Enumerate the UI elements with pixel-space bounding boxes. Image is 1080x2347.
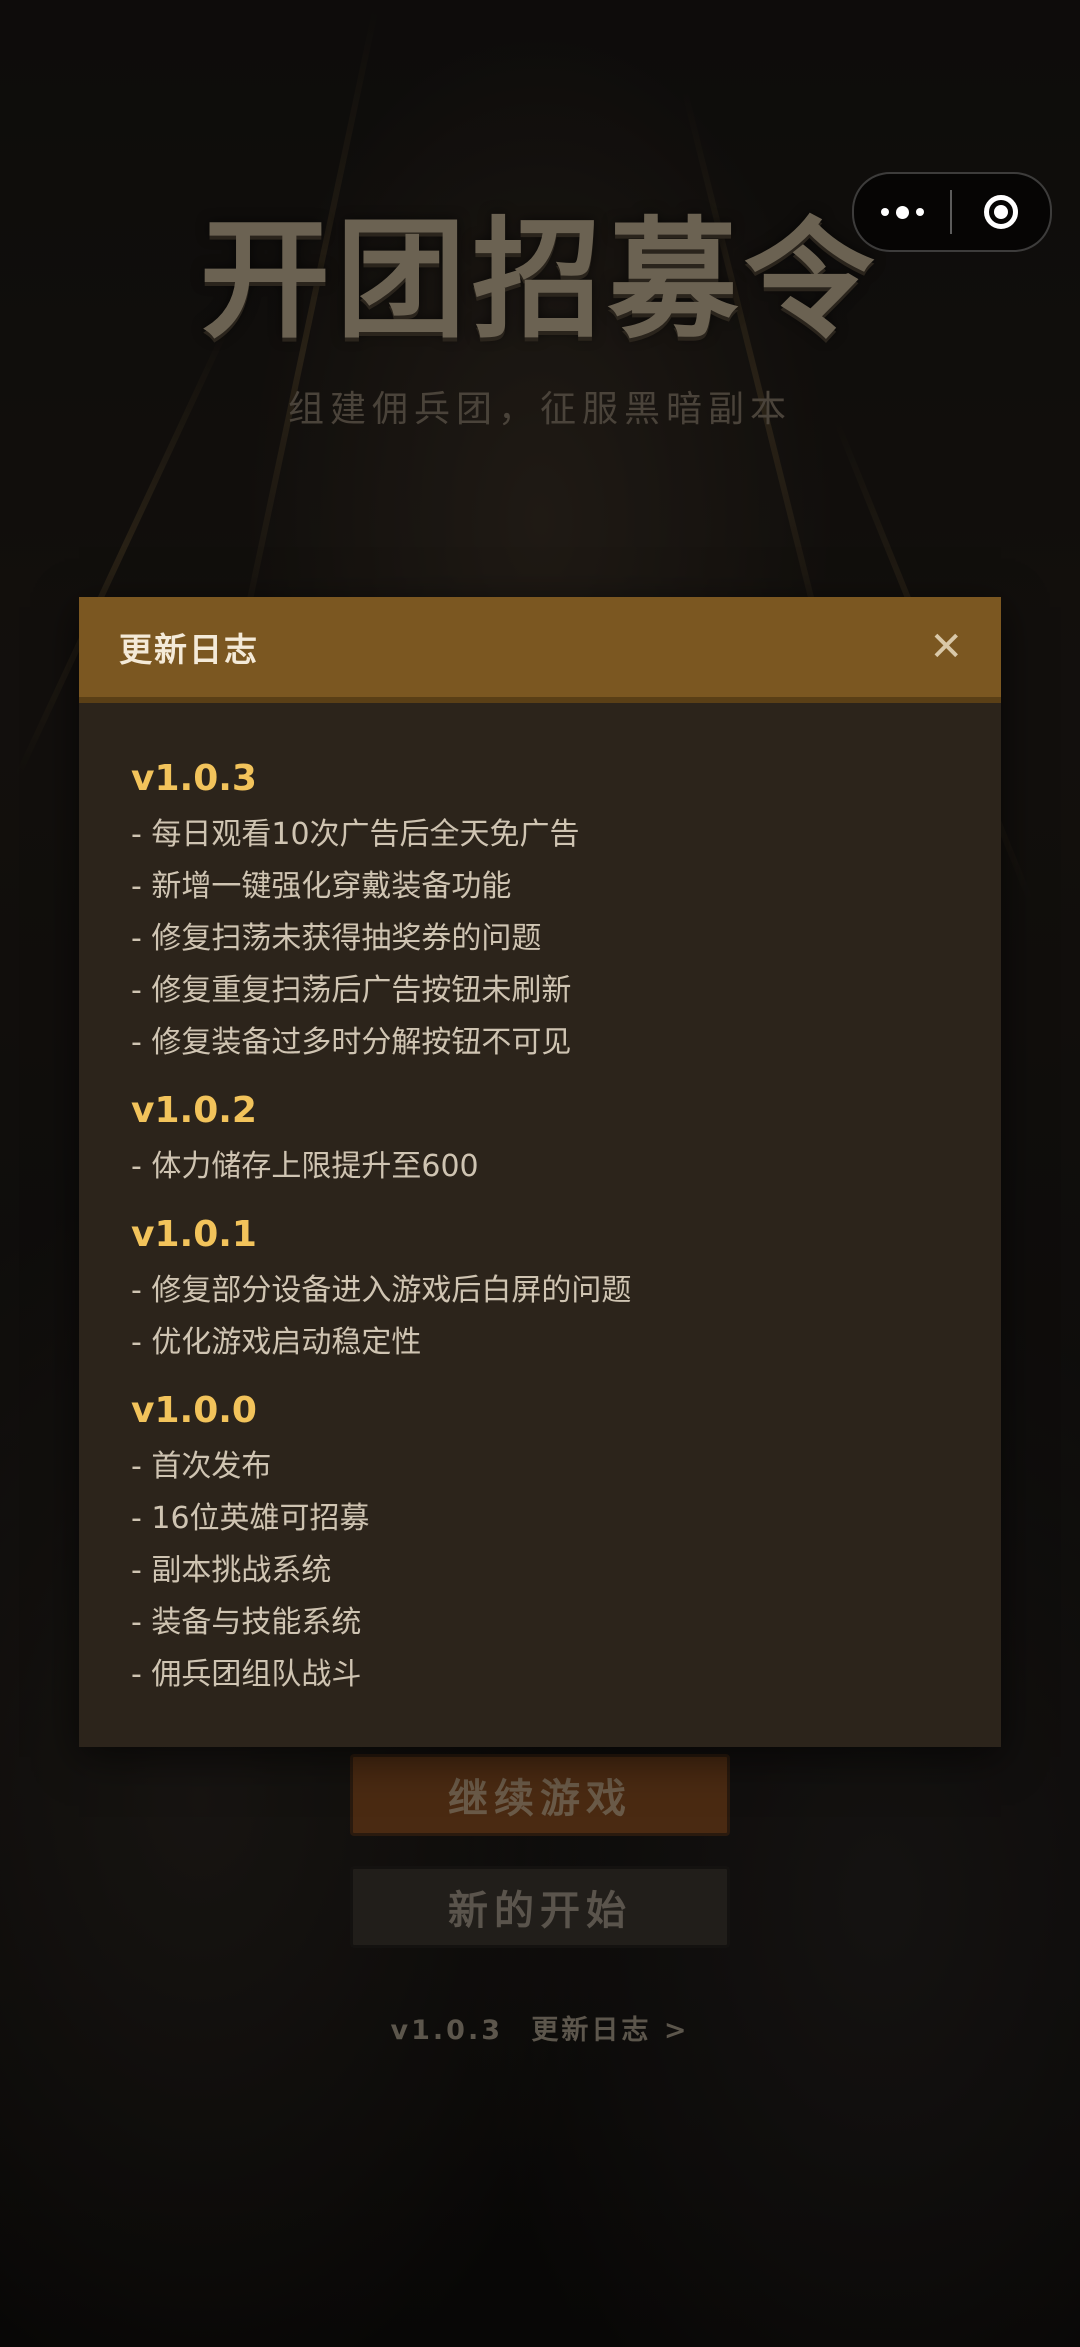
changelog-link-label: 更新日志 >	[531, 2015, 690, 2046]
changelog-item: - 副本挑战系统	[131, 1553, 332, 1588]
version-heading: v1.0.2	[131, 1090, 257, 1131]
changelog-item: - 装备与技能系统	[131, 1605, 362, 1640]
changelog-item: - 修复重复扫荡后广告按钮未刷新	[131, 973, 572, 1008]
version-heading: v1.0.0	[131, 1390, 257, 1431]
version-items: - 体力储存上限提升至600	[131, 1141, 949, 1193]
version-heading: v1.0.3	[131, 758, 257, 799]
modal-header: 更新日志 ✕	[79, 597, 1001, 703]
version-items: - 每日观看10次广告后全天免广告 - 新增一键强化穿戴装备功能 - 修复扫荡未…	[131, 809, 949, 1069]
close-icon[interactable]: ✕	[929, 627, 963, 667]
version-items: - 首次发布 - 16位英雄可招募 - 副本挑战系统 - 装备与技能系统 - 佣…	[131, 1441, 949, 1701]
changelog-item: - 修复装备过多时分解按钮不可见	[131, 1025, 572, 1060]
changelog-link[interactable]: v1.0.3 更新日志 >	[0, 2008, 1080, 2047]
changelog-item: - 佣兵团组队战斗	[131, 1657, 362, 1692]
changelog-list: v1.0.3 - 每日观看10次广告后全天免广告 - 新增一键强化穿戴装备功能 …	[79, 703, 1001, 1701]
changelog-item: - 修复部分设备进入游戏后白屏的问题	[131, 1273, 632, 1308]
changelog-item: - 首次发布	[131, 1449, 272, 1484]
changelog-modal: 更新日志 ✕ v1.0.3 - 每日观看10次广告后全天免广告 - 新增一键强化…	[79, 597, 1001, 1747]
version-heading: v1.0.1	[131, 1214, 257, 1255]
changelog-item: - 16位英雄可招募	[131, 1501, 370, 1536]
continue-game-button[interactable]: 继续游戏	[350, 1754, 730, 1836]
changelog-item: - 体力储存上限提升至600	[131, 1149, 479, 1184]
new-game-button[interactable]: 新的开始	[350, 1866, 730, 1948]
game-title: 开团招募令	[199, 204, 880, 356]
version-items: - 修复部分设备进入游戏后白屏的问题 - 优化游戏启动稳定性	[131, 1265, 949, 1369]
changelog-item: - 每日观看10次广告后全天免广告	[131, 817, 580, 852]
modal-title: 更新日志	[119, 630, 259, 669]
changelog-item: - 优化游戏启动稳定性	[131, 1325, 422, 1360]
changelog-item: - 修复扫荡未获得抽奖券的问题	[131, 921, 542, 956]
changelog-item: - 新增一键强化穿戴装备功能	[131, 869, 512, 904]
version-label: v1.0.3	[390, 2015, 504, 2046]
game-subtitle: 组建佣兵团，征服黑暗副本	[287, 389, 792, 430]
